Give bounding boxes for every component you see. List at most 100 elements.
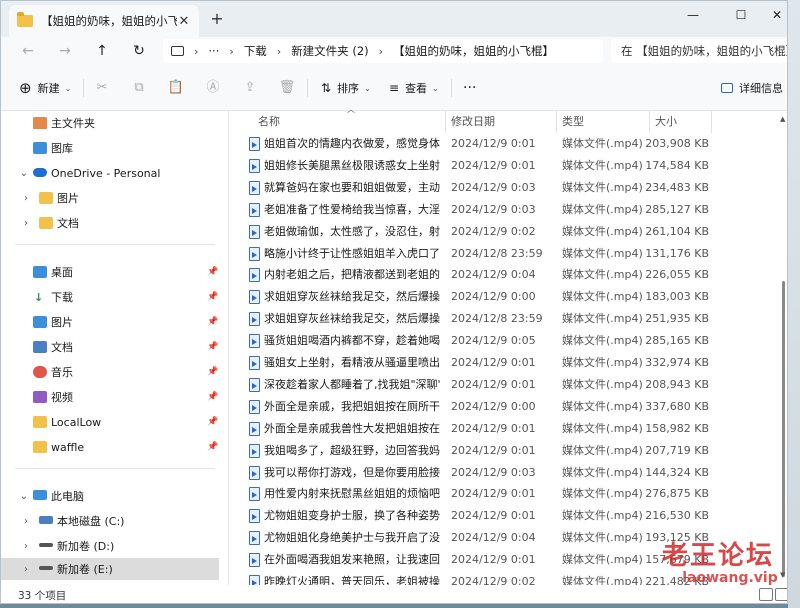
address-bar[interactable]: › ··· › 下载 › 新建文件夹 (2) › 【姐姐的奶味，姐姐的小飞棍】 [163,39,603,63]
file-row[interactable]: 略施小计终于让性感姐姐羊入虎口了小穴2024/12/8 23:59媒体文件(.m… [230,243,787,265]
sidebar-item-documents[interactable]: 文档 📌 [1,336,219,358]
file-row[interactable]: 我姐喝多了，超级狂野，边回答我妈边给2024/12/9 0:01媒体文件(.mp… [230,440,787,462]
details-pane-icon [721,83,733,93]
chevron-right-icon[interactable]: › [21,516,31,527]
file-size: 226,055 KB [645,268,709,282]
file-row[interactable]: 骚姐女上坐射，看精液从骚逼里喷出来 [2024/12/9 0:01 媒体文件(.m… [230,352,787,374]
back-button[interactable]: ← [17,41,39,61]
more-options-button[interactable]: ··· [463,79,476,97]
divider [445,111,446,133]
sidebar-item-waffle[interactable]: waffle 📌 [1,436,219,458]
breadcrumb-current[interactable]: 【姐姐的奶味，姐姐的小飞棍】 [393,43,554,59]
file-row[interactable]: 求姐姐穿灰丝袜给我足交，然后爆操后入2024/12/9 0:00媒体文件(.mp… [230,286,787,308]
sidebar-item-downloads[interactable]: ↓ 下载 📌 [1,286,219,308]
sidebar-item-drive-d[interactable]: › 新加卷 (D:) [1,535,219,557]
file-row[interactable]: 姐姐首次的情趣内衣做爱，感觉身体被掏2024/12/9 0:01媒体文件(.mp… [230,133,787,155]
chevron-right-icon[interactable]: › [21,193,31,204]
cut-icon[interactable]: ✂ [93,79,111,97]
new-button[interactable]: ⊕ 新建 ⌄ [19,79,71,97]
view-button[interactable]: ≡ 查看 ⌄ [389,79,439,97]
video-file-icon [249,224,260,239]
breadcrumb-downloads[interactable]: 下载 [244,43,267,59]
file-row[interactable]: 用性爱内射来抚慰黑丝姐姐的烦恼吧！！[2024/12/9 0:01媒体文件(.m… [230,483,787,505]
scroll-up-icon[interactable]: ▲ [780,115,785,123]
file-row[interactable]: 外面全是亲戚，我把姐姐按在厕所干屁眼2024/12/9 0:00媒体文件(.mp… [230,396,787,418]
paste-icon[interactable]: 📋 [167,79,185,97]
maximize-button[interactable]: ☐ [721,1,761,29]
file-row[interactable]: 我可以帮你打游戏，但是你要用脸接着我2024/12/9 0:03媒体文件(.mp… [230,462,787,484]
pin-icon: 📌 [207,342,219,352]
sidebar-item-onedrive[interactable]: ⌄ OneDrive - Personal [1,162,219,184]
sidebar-item-locallow[interactable]: LocalLow 📌 [1,411,219,433]
file-size: 183,003 KB [645,290,709,304]
column-header-type[interactable]: 类型 [562,111,584,133]
file-row[interactable]: 求姐姐穿灰丝袜给我足交，然后爆操内射2024/12/8 23:59媒体文件(.m… [230,308,787,330]
minimize-button[interactable]: — [673,1,713,29]
rename-icon[interactable]: Ⓐ [204,79,222,97]
file-row[interactable]: 老姐准备了性爱椅给我当惊喜，大淫屄流2024/12/9 0:03媒体文件(.mp… [230,199,787,221]
breadcrumb-more[interactable]: ··· [208,44,219,58]
plus-icon: ⊕ [19,79,32,97]
file-row[interactable]: 尤物姐姐变身护士服，换了各种姿势后终2024/12/9 0:01媒体文件(.mp… [230,505,787,527]
sidebar-item-pictures[interactable]: 图片 📌 [1,311,219,333]
chevron-right-icon[interactable]: › [21,564,31,575]
file-row[interactable]: 在外面喝酒我姐发来艳照，让我速回内射2024/12/9 0:01媒体文件(.mp… [230,549,787,571]
file-date: 2024/12/9 0:05 [451,334,536,348]
details-button[interactable]: 详细信息 [721,79,783,97]
file-name: 略施小计终于让性感姐姐羊入虎口了小穴 [264,246,440,260]
new-tab-button[interactable]: + [207,9,227,29]
sidebar-item-music[interactable]: 音乐 📌 [1,361,219,383]
column-header-name[interactable]: 名称 [258,111,280,133]
cloud-icon [33,168,47,177]
column-header-date[interactable]: 修改日期 [451,111,495,133]
tiles-view-icon[interactable] [775,588,787,601]
chevron-right-icon[interactable]: › [21,218,31,229]
chevron-right-icon[interactable]: › [21,541,31,552]
file-size: 203,908 KB [645,137,709,150]
file-row[interactable]: 尤物姐姐化身绝美护士与我开启了没羞没2024/12/9 0:04媒体文件(.mp… [230,527,787,549]
sidebar-item-home[interactable]: 主文件夹 [1,112,219,134]
file-row[interactable]: 姐姐修长美腿黑丝极限诱惑女上坐射看精2024/12/9 0:01媒体文件(.mp… [230,155,787,177]
sidebar-item-drive-c[interactable]: › 本地磁盘 (C:) [1,510,219,532]
sidebar-item-od-pictures[interactable]: › 图片 [1,187,219,209]
file-row[interactable]: 老姐做瑜伽，太性感了，没忍住，射满姐2024/12/9 0:02媒体文件(.mp… [230,221,787,243]
video-file-icon [249,465,260,480]
chevron-right-icon: › [276,44,282,58]
details-view-icon[interactable] [759,588,773,601]
file-size: 193,125 KB [645,531,709,545]
folder-icon [17,12,33,27]
folder-tab[interactable]: 【姐姐的奶味，姐姐的小飞棍】 ✕ [9,5,199,37]
video-file-icon [249,356,260,370]
sidebar-item-this-pc[interactable]: ⌄ 此电脑 [1,485,219,507]
file-row[interactable]: 内射老姐之后，把精液都送到老姐的屁眼2024/12/9 0:04媒体文件(.mp… [230,264,787,286]
file-row[interactable]: 骚货姐姐喝酒内裤都不穿，趁着她喝多把2024/12/9 0:05媒体文件(.mp… [230,330,787,352]
column-header-size[interactable]: 大小 [655,111,677,133]
file-size: 144,324 KB [645,465,709,479]
breadcrumb-new-folder[interactable]: 新建文件夹 (2) [291,43,368,59]
file-row[interactable]: 外面全是亲戚我兽性大发把姐姐按在厕所2024/12/9 0:01媒体文件(.mp… [230,418,787,440]
search-input[interactable]: 在 【姐姐的奶味，姐姐的小飞棍】 [611,39,787,63]
sidebar-item-gallery[interactable]: 图库 [1,137,219,159]
up-button[interactable]: ↑ [91,41,113,61]
sidebar-item-videos[interactable]: 视频 📌 [1,386,219,408]
forward-button[interactable]: → [54,41,76,61]
sidebar-item-drive-e[interactable]: › 新加卷 (E:) [1,558,219,580]
file-row[interactable]: 深夜趁着家人都睡着了,找我姐"深聊"，情2024/12/9 0:01媒体文件(.… [230,374,787,396]
sort-button[interactable]: ⇅ 排序 ⌄ [321,79,371,97]
sidebar-item-desktop[interactable]: 桌面 📌 [1,261,219,283]
sidebar-item-label: 文档 [57,217,79,230]
close-button[interactable]: ✕ [757,1,787,29]
delete-icon[interactable]: 🗑 [278,79,296,97]
sidebar-item-od-docs[interactable]: › 文档 [1,212,219,234]
vertical-scrollbar[interactable]: ▲ ▼ [780,115,787,581]
tab-close-button[interactable]: ✕ [177,14,191,29]
chevron-down-icon[interactable]: ⌄ [19,491,29,502]
file-date: 2024/12/9 0:01 [451,137,536,150]
file-row[interactable]: 就算爸妈在家也要和姐姐做爱，主动穿上2024/12/9 0:03媒体文件(.mp… [230,177,787,199]
scroll-down-icon[interactable]: ▼ [780,571,785,579]
scrollbar-thumb[interactable] [782,281,785,577]
share-icon[interactable]: ⇪ [241,79,259,97]
copy-icon[interactable]: ⧉ [130,79,148,97]
chevron-down-icon[interactable]: ⌄ [19,168,29,179]
refresh-button[interactable]: ↻ [128,41,150,61]
